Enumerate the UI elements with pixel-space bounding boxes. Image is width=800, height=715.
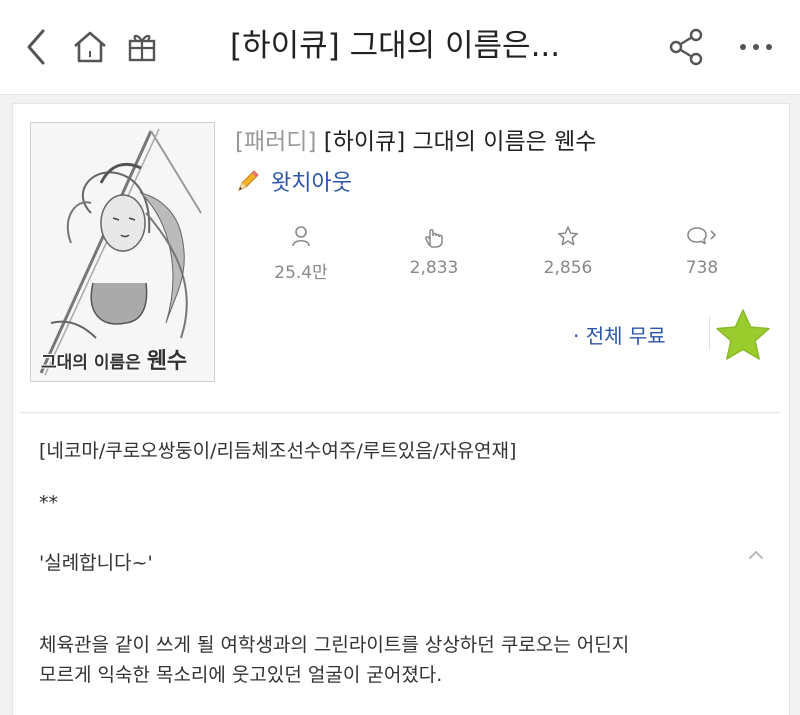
stat-views-value: 25.4만 [274,263,328,283]
divider [709,316,710,350]
page-title: [하이큐] 그대의 이름은... [230,28,561,64]
gift-icon[interactable] [122,27,162,67]
stat-comments-value: 738 [685,258,719,278]
genre-tag: [패러디] [235,129,317,155]
stat-likes[interactable]: 2,833 [384,222,484,278]
cover-title: 그대의 이름은 웬수 [41,343,187,375]
back-icon[interactable] [16,27,56,67]
description-line: ** [39,492,58,514]
stat-favorites-value: 2,856 [543,258,593,278]
top-bar: [하이큐] 그대의 이름은... [0,0,800,95]
cover-image[interactable]: 그대의 이름은 웬수 [30,122,215,382]
stat-favorites: 2,856 [518,222,618,278]
section-divider [19,412,781,413]
author-name: 왓치아웃 [271,171,352,196]
description-line: '실례합니다~' [39,552,153,574]
description-line: 체육관을 같이 쓰게 될 여학생과의 그린라이트를 상상하던 쿠로오는 어딘지 [39,634,630,656]
stat-likes-value: 2,833 [409,258,459,278]
description-line: 모르게 익숙한 목소리에 웃고있던 얼굴이 굳어졌다. [39,664,443,686]
work-title-text: [하이큐] 그대의 이름은 웬수 [323,129,597,155]
comment-icon [652,222,752,250]
stat-comments[interactable]: 738 [652,222,752,278]
work-title[interactable]: [패러디] [하이큐] 그대의 이름은 웬수 [235,122,596,156]
cover-title-big: 웬수 [146,349,188,374]
more-icon[interactable] [736,27,776,67]
home-icon[interactable] [70,27,110,67]
star-outline-icon [518,222,618,250]
stat-views: 25.4만 [251,222,351,283]
cover-title-main: 그대의 이름은 [41,353,141,373]
work-card: 그대의 이름은 웬수 [패러디] [하이큐] 그대의 이름은 웬수 왓치아웃 2… [12,103,790,715]
author-link[interactable]: 왓치아웃 [235,166,352,196]
star-filled-icon [716,309,770,360]
person-icon [251,222,351,250]
collapse-chevron-icon[interactable] [747,546,765,565]
share-icon[interactable] [666,27,706,67]
pencil-icon [235,168,261,194]
hand-like-icon [384,222,484,250]
description-tags: [네코마/쿠로오쌍둥이/리듬체조선수여주/루트있음/자유연재] [39,440,517,462]
pricing-label: · 전체 무료 [573,324,666,348]
favorite-star-button[interactable] [713,306,773,366]
